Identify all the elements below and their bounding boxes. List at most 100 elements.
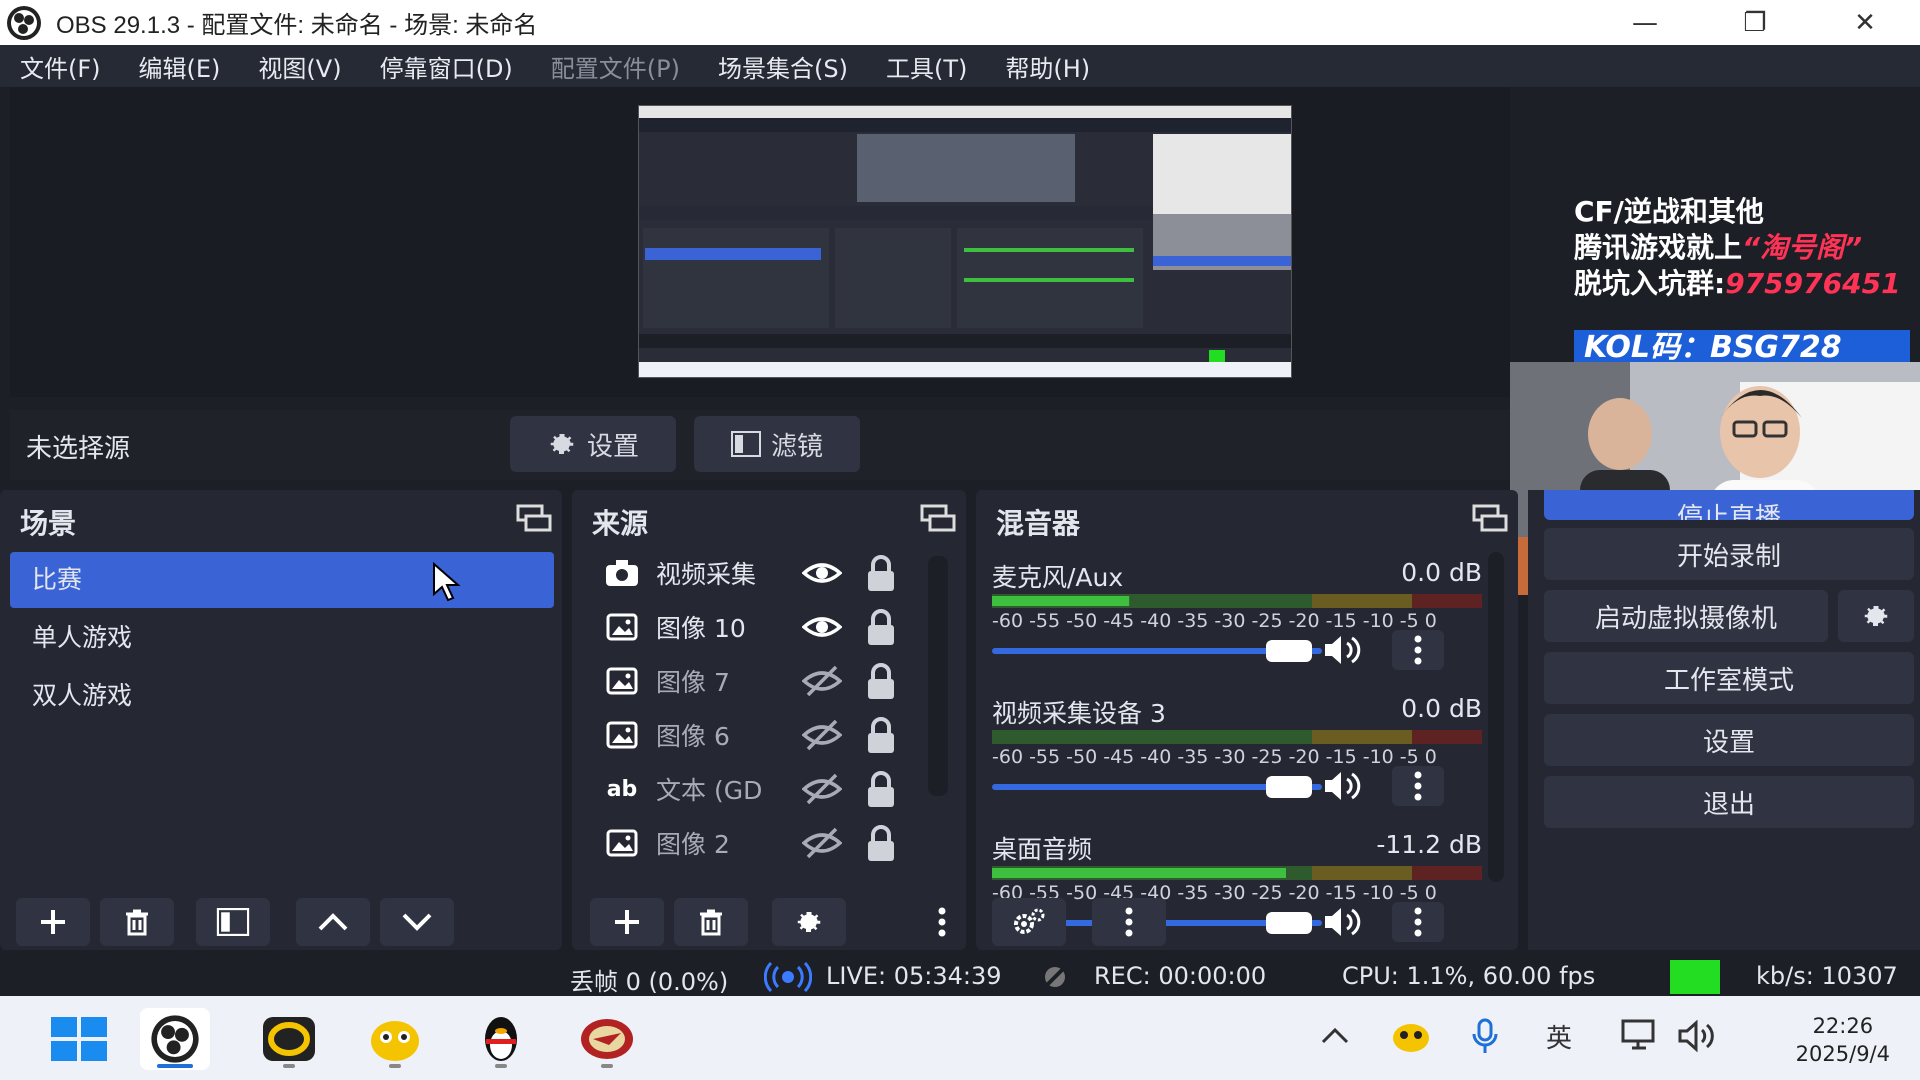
volume-icon[interactable]: [1676, 1018, 1718, 1054]
mixer-scrollbar[interactable]: [1488, 552, 1504, 882]
source-properties-dock-button[interactable]: [772, 898, 846, 946]
microphone-icon[interactable]: [1470, 1018, 1500, 1056]
taskbar-app-ring[interactable]: [254, 1008, 324, 1070]
minimize-button[interactable]: —: [1590, 0, 1700, 45]
source-item[interactable]: 视频采集: [602, 548, 902, 598]
more-vertical-icon: [1414, 635, 1422, 665]
volume-slider-handle[interactable]: [1266, 912, 1312, 934]
undock-icon[interactable]: [920, 504, 956, 534]
start-recording-button[interactable]: 开始录制: [1544, 528, 1914, 580]
volume-slider-handle[interactable]: [1266, 640, 1312, 662]
taskbar-crossfire[interactable]: [572, 1008, 642, 1070]
ime-indicator[interactable]: 英: [1546, 1018, 1572, 1055]
speaker-icon[interactable]: [1322, 904, 1362, 940]
source-type-icon: [602, 607, 642, 647]
dropped-frames: 丢帧 0 (0.0%): [570, 968, 729, 996]
advanced-audio-properties-button[interactable]: [992, 898, 1066, 946]
remove-source-button[interactable]: [674, 898, 748, 946]
speaker-icon[interactable]: [1322, 632, 1362, 668]
plus-icon: [41, 910, 65, 934]
exit-button[interactable]: 退出: [1544, 776, 1914, 828]
undock-icon[interactable]: [516, 504, 552, 534]
add-scene-button[interactable]: [16, 898, 90, 946]
restore-button[interactable]: ❐: [1700, 0, 1810, 45]
image-icon: [606, 721, 638, 749]
stop-streaming-button[interactable]: 停止直播: [1544, 490, 1914, 520]
channel-db: 0.0 dB: [1401, 694, 1482, 723]
taskbar-app-mascot[interactable]: [360, 1008, 430, 1070]
lock-icon[interactable]: [864, 715, 898, 755]
channel-name: 麦克风/Aux: [992, 563, 1124, 592]
source-item[interactable]: ab 文本 (GD: [602, 764, 902, 814]
close-button[interactable]: ✕: [1810, 0, 1920, 45]
mascot-app-icon: [371, 1021, 419, 1061]
speaker-icon[interactable]: [1322, 768, 1362, 804]
move-scene-down-button[interactable]: [380, 898, 454, 946]
system-clock[interactable]: 22:26 2025/9/4: [1796, 1012, 1890, 1068]
volume-slider-handle[interactable]: [1266, 776, 1312, 798]
start-button[interactable]: [44, 1008, 114, 1070]
channel-more-button[interactable]: [1392, 902, 1444, 942]
menu-edit[interactable]: 编辑(E): [139, 49, 221, 84]
gear-icon: [550, 434, 574, 454]
undock-icon[interactable]: [1472, 504, 1508, 534]
more-vertical-icon: [938, 907, 946, 937]
scene-item[interactable]: 比赛: [10, 552, 554, 608]
menu-scene-collection[interactable]: 场景集合(S): [718, 49, 848, 84]
tray-expand-icon[interactable]: [1320, 1026, 1350, 1046]
move-scene-up-button[interactable]: [296, 898, 370, 946]
menu-tools[interactable]: 工具(T): [886, 49, 967, 84]
eye-hidden-icon[interactable]: [802, 823, 842, 863]
image-icon: [606, 667, 638, 695]
lock-icon[interactable]: [864, 607, 898, 647]
source-item[interactable]: 图像 7: [602, 656, 902, 706]
menu-help[interactable]: 帮助(H): [1005, 49, 1090, 84]
taskbar: 英 22:26 2025/9/4: [0, 996, 1920, 1080]
lock-icon[interactable]: [864, 661, 898, 701]
network-icon[interactable]: [1620, 1018, 1662, 1054]
scene-item[interactable]: 双人游戏: [10, 668, 554, 724]
preview-area[interactable]: [10, 87, 1510, 397]
taskbar-qq[interactable]: [466, 1008, 536, 1070]
source-more-button[interactable]: [922, 898, 962, 946]
menu-view[interactable]: 视图(V): [258, 49, 341, 84]
settings-button[interactable]: 设置: [1544, 714, 1914, 766]
record-disabled-icon: [1042, 964, 1068, 990]
channel-more-button[interactable]: [1392, 766, 1444, 806]
preview-canvas[interactable]: [638, 105, 1292, 378]
eye-hidden-icon[interactable]: [802, 769, 842, 809]
remove-scene-button[interactable]: [100, 898, 174, 946]
meter-scale: -60 -55 -50 -45 -40 -35 -30 -25 -20 -15 …: [992, 746, 1437, 768]
lock-icon[interactable]: [864, 553, 898, 593]
mixer-more-button[interactable]: [1092, 898, 1166, 946]
scene-item[interactable]: 单人游戏: [10, 610, 554, 666]
eye-icon[interactable]: [802, 553, 842, 593]
menu-file[interactable]: 文件(F): [20, 49, 101, 84]
source-properties-button[interactable]: 设置: [510, 416, 676, 472]
source-filters-button[interactable]: 滤镜: [694, 416, 860, 472]
eye-hidden-icon[interactable]: [802, 715, 842, 755]
source-list-scrollbar[interactable]: [928, 556, 948, 796]
virtual-camera-settings-button[interactable]: [1838, 590, 1914, 642]
channel-more-button[interactable]: [1392, 630, 1444, 670]
source-item[interactable]: 图像 2: [602, 818, 902, 868]
taskbar-obs[interactable]: [140, 1008, 210, 1070]
menu-profile[interactable]: 配置文件(P): [551, 49, 680, 84]
lock-icon[interactable]: [864, 769, 898, 809]
active-indicator: [157, 1064, 193, 1068]
menu-docks[interactable]: 停靠窗口(D): [380, 49, 513, 84]
add-source-button[interactable]: [590, 898, 664, 946]
eye-hidden-icon[interactable]: [802, 661, 842, 701]
tray-mascot-icon[interactable]: [1390, 1018, 1432, 1054]
overlay-line-2b: “淘号阁”: [1742, 231, 1863, 264]
source-item[interactable]: 图像 10: [602, 602, 902, 652]
studio-mode-button[interactable]: 工作室模式: [1544, 652, 1914, 704]
lock-icon[interactable]: [864, 823, 898, 863]
plus-icon: [615, 910, 639, 934]
scene-filters-button[interactable]: [196, 898, 270, 946]
scenes-dock: 场景 比赛 单人游戏 双人游戏: [0, 490, 562, 950]
eye-icon[interactable]: [802, 607, 842, 647]
start-virtual-camera-button[interactable]: 启动虚拟摄像机: [1544, 590, 1828, 642]
source-item[interactable]: 图像 6: [602, 710, 902, 760]
channel-name: 桌面音频: [992, 835, 1093, 864]
